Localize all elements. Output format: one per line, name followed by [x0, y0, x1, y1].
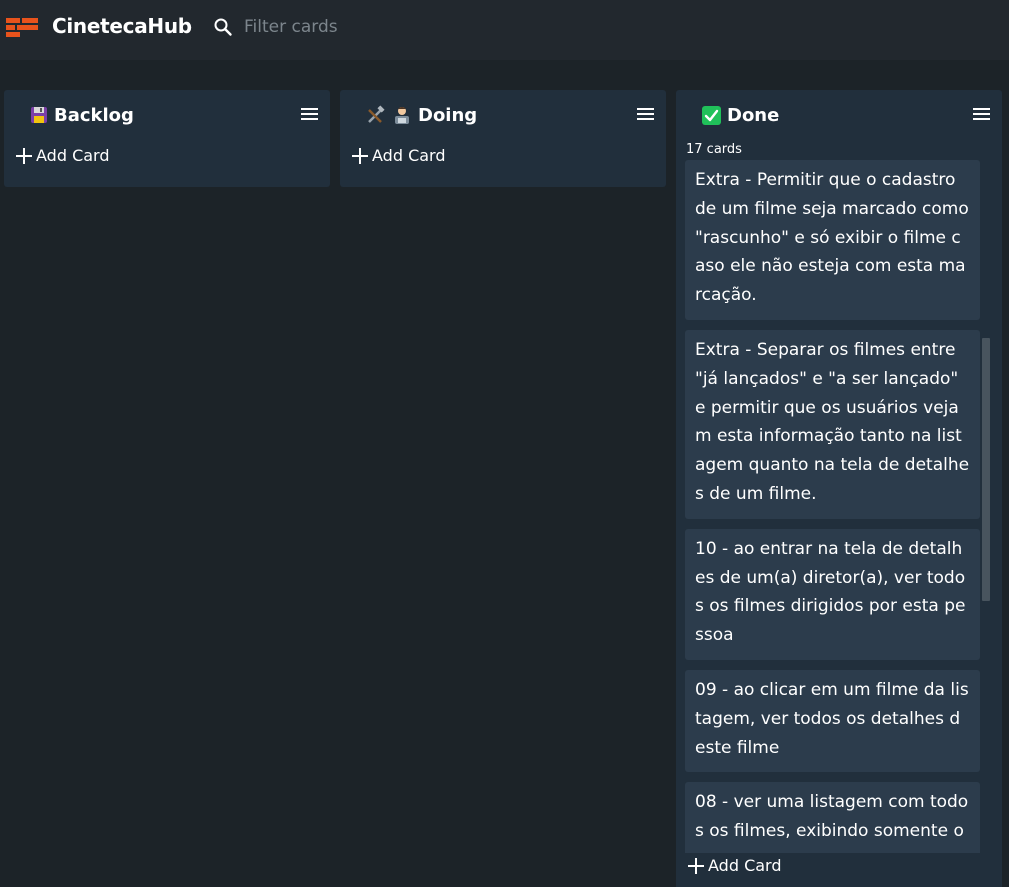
column-done: Done 17 cards Extra - Permitir que o cad…	[676, 90, 1002, 887]
card[interactable]: Extra - Permitir que o cadastro de um fi…	[685, 160, 980, 320]
board-logo-icon	[6, 18, 38, 37]
card[interactable]: 10 - ao entrar na tela de detalhes de um…	[685, 528, 980, 660]
column-title: Backlog	[54, 104, 134, 126]
plus-icon	[352, 147, 368, 164]
card[interactable]: Extra - Separar os filmes entre "já lanç…	[685, 329, 980, 519]
search-icon	[214, 18, 232, 36]
add-card-button[interactable]: Add Card	[352, 146, 446, 165]
column-header: Backlog	[30, 102, 134, 128]
add-card-label: Add Card	[36, 146, 110, 165]
card-count: 17 cards	[686, 142, 742, 157]
filter-cards-input[interactable]	[238, 12, 538, 42]
add-card-button[interactable]: Add Card	[688, 856, 782, 875]
column-menu-icon[interactable]	[301, 107, 318, 121]
column-menu-icon[interactable]	[973, 107, 990, 121]
app-title: CinetecaHub	[52, 14, 192, 38]
column-header: Doing	[366, 102, 477, 128]
column-menu-icon[interactable]	[637, 107, 654, 121]
card[interactable]: 08 - ver uma listagem com todos os filme…	[685, 782, 980, 853]
cards-list[interactable]: Extra - Permitir que o cadastro de um fi…	[685, 160, 986, 853]
plus-icon	[688, 857, 704, 874]
add-card-button[interactable]: Add Card	[16, 146, 110, 165]
top-bar: CinetecaHub	[0, 0, 1009, 60]
technologist-icon	[392, 105, 412, 125]
column-backlog: Backlog Add Card	[4, 90, 330, 187]
add-card-label: Add Card	[708, 856, 782, 875]
floppy-disk-icon	[30, 106, 48, 124]
card[interactable]: 09 - ao clicar em um filme da listagem, …	[685, 669, 980, 773]
check-mark-icon	[702, 105, 721, 125]
cards-scrollbar[interactable]	[982, 338, 990, 601]
add-card-label: Add Card	[372, 146, 446, 165]
column-header: Done	[702, 102, 779, 128]
plus-icon	[16, 147, 32, 164]
column-title: Doing	[418, 104, 478, 126]
tools-icon	[366, 105, 386, 125]
column-title: Done	[727, 104, 780, 126]
column-doing: Doing Add Card	[340, 90, 666, 187]
